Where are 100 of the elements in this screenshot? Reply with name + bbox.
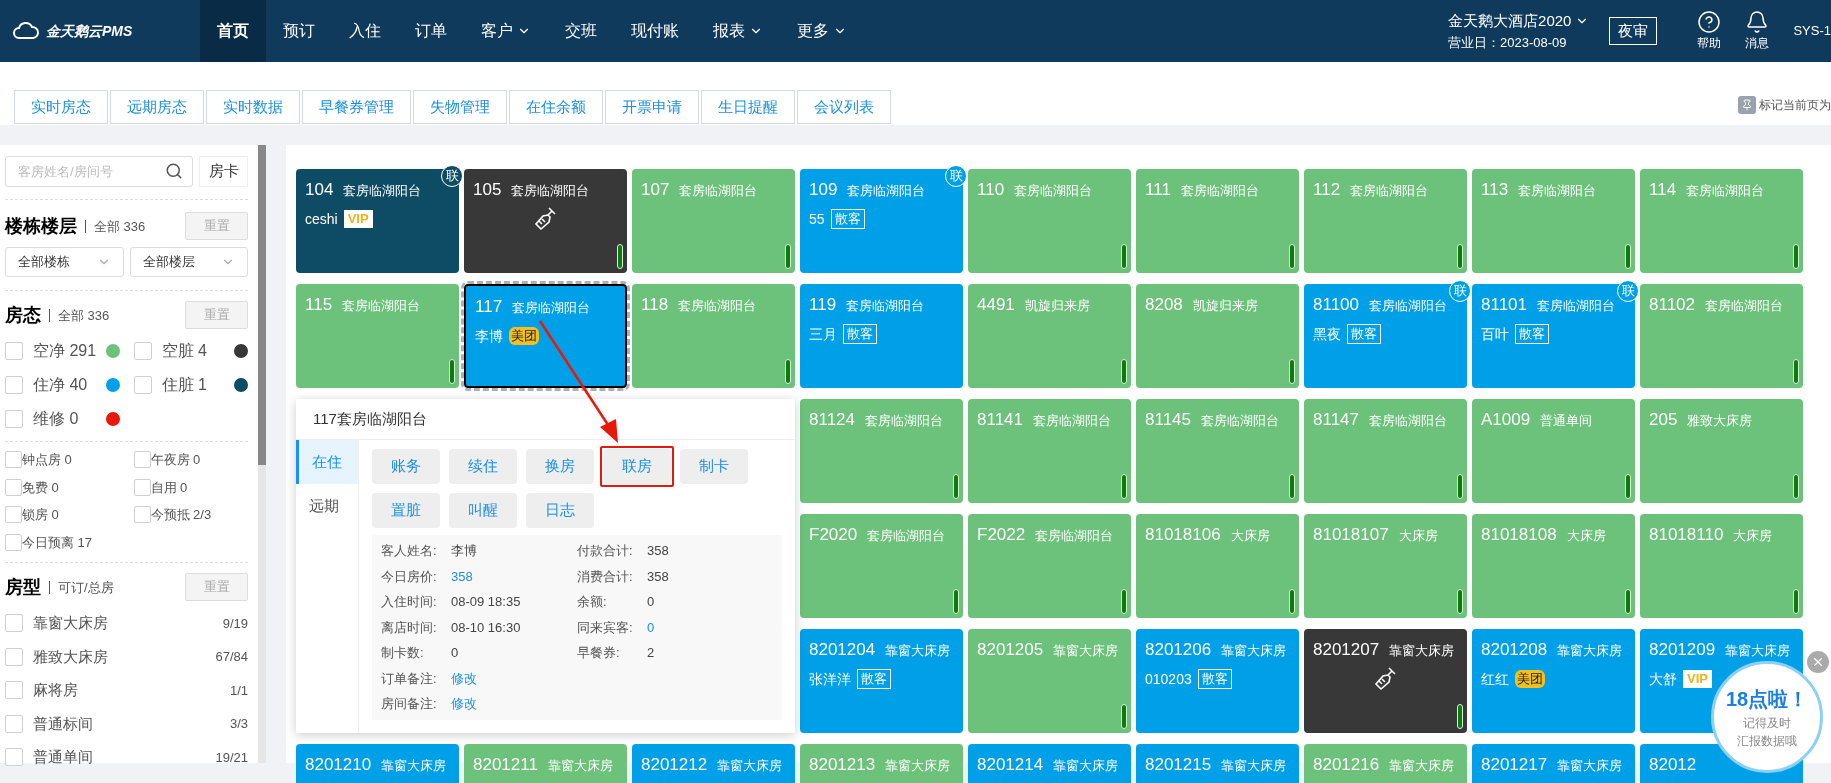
- nav-item[interactable]: 现付账: [614, 0, 696, 62]
- room-card[interactable]: 8201217 靠窗大床房: [1472, 744, 1635, 783]
- room-card[interactable]: 8201212 靠窗大床房: [632, 744, 795, 783]
- room-card[interactable]: 81141 套房临湖阳台: [968, 399, 1131, 503]
- room-card[interactable]: 205 雅致大床房: [1640, 399, 1803, 503]
- reset-button[interactable]: 重置: [185, 212, 248, 240]
- page-tab[interactable]: 开票申请: [605, 90, 699, 124]
- checkbox[interactable]: [5, 410, 23, 428]
- checkbox[interactable]: [5, 647, 23, 666]
- checkbox[interactable]: [5, 478, 22, 496]
- checkbox[interactable]: [5, 533, 22, 551]
- room-card[interactable]: 113 套房临湖阳台: [1472, 169, 1635, 273]
- room-card-button[interactable]: 房卡: [199, 156, 248, 187]
- checkbox[interactable]: [5, 451, 22, 469]
- action-button[interactable]: 联房: [603, 449, 671, 484]
- select-field[interactable]: 全部楼栋: [5, 247, 124, 277]
- nav-item[interactable]: 客户: [464, 0, 548, 62]
- page-tab[interactable]: 失物管理: [413, 90, 507, 124]
- room-card[interactable]: 107 套房临湖阳台: [632, 169, 795, 273]
- help-button[interactable]: 帮助: [1697, 10, 1722, 52]
- room-card[interactable]: 8201213 靠窗大床房: [800, 744, 963, 783]
- nav-item[interactable]: 首页: [200, 0, 266, 62]
- checkbox[interactable]: [133, 342, 152, 360]
- bookmark-link[interactable]: 标记当前页为: [1738, 96, 1831, 114]
- action-button[interactable]: 换房: [526, 449, 594, 484]
- checkbox[interactable]: [5, 681, 23, 700]
- nav-item[interactable]: 订单: [398, 0, 464, 62]
- room-card[interactable]: A1009 普通单间: [1472, 399, 1635, 503]
- checkbox[interactable]: [5, 342, 23, 360]
- checkbox[interactable]: [133, 376, 152, 394]
- room-card[interactable]: 8201215 靠窗大床房: [1136, 744, 1299, 783]
- nav-item[interactable]: 交班: [548, 0, 614, 62]
- user-name[interactable]: SYS-1: [1793, 21, 1831, 41]
- room-card[interactable]: 81147 套房临湖阳台: [1304, 399, 1467, 503]
- room-card[interactable]: 81124 套房临湖阳台: [800, 399, 963, 503]
- detail-link[interactable]: 358: [451, 566, 473, 586]
- room-card[interactable]: 118 套房临湖阳台: [632, 284, 795, 388]
- detail-link[interactable]: 修改: [451, 694, 477, 714]
- room-card[interactable]: 110 套房临湖阳台: [968, 169, 1131, 273]
- scrollbar-thumb[interactable]: [258, 145, 266, 465]
- nav-item[interactable]: 预订: [266, 0, 332, 62]
- room-card[interactable]: 81018108 大床房: [1472, 514, 1635, 618]
- action-button[interactable]: 日志: [526, 493, 594, 528]
- checkbox[interactable]: [133, 451, 151, 469]
- room-card[interactable]: 8201205 靠窗大床房: [968, 629, 1131, 733]
- room-card[interactable]: 81145 套房临湖阳台: [1136, 399, 1299, 503]
- search-field[interactable]: 客房姓名/房间号: [5, 156, 193, 187]
- room-card[interactable]: 119 套房临湖阳台 三月 散客: [800, 284, 963, 388]
- room-card[interactable]: 81018107 大床房: [1304, 514, 1467, 618]
- room-card[interactable]: 8201208 靠窗大床房 红红 美团: [1472, 629, 1635, 733]
- room-card[interactable]: 114 套房临湖阳台: [1640, 169, 1803, 273]
- page-tab[interactable]: 生日提醒: [701, 90, 795, 124]
- nav-item[interactable]: 入住: [332, 0, 398, 62]
- checkbox[interactable]: [5, 748, 23, 767]
- page-tab[interactable]: 会议列表: [797, 90, 891, 124]
- select-field[interactable]: 全部楼层: [129, 247, 248, 277]
- action-button[interactable]: 账务: [372, 449, 440, 484]
- checkbox[interactable]: [5, 614, 23, 633]
- reset-button[interactable]: 重置: [185, 573, 248, 601]
- checkbox[interactable]: [5, 714, 23, 733]
- checkbox[interactable]: [5, 506, 22, 524]
- action-button[interactable]: 置脏: [372, 493, 440, 528]
- checkbox[interactable]: [133, 478, 151, 496]
- room-card[interactable]: 105 套房临湖阳台: [464, 169, 627, 273]
- room-card[interactable]: 8201216 靠窗大床房: [1304, 744, 1467, 783]
- page-tab[interactable]: 远期房态: [110, 90, 204, 124]
- page-tab[interactable]: 在住余额: [509, 90, 603, 124]
- room-card[interactable]: 115 套房临湖阳台: [296, 284, 459, 388]
- popover-tab[interactable]: 在住: [296, 440, 358, 484]
- room-card[interactable]: 8201204 靠窗大床房 张洋洋 散客: [800, 629, 963, 733]
- room-card[interactable]: F2020 套房临湖阳台: [800, 514, 963, 618]
- page-tab[interactable]: 早餐券管理: [302, 90, 411, 124]
- page-tab[interactable]: 实时房态: [14, 90, 108, 124]
- night-audit-button[interactable]: 夜审: [1609, 17, 1658, 45]
- popover-tab[interactable]: 远期: [296, 484, 358, 528]
- page-tab[interactable]: 实时数据: [206, 90, 300, 124]
- room-card[interactable]: 81018110 大床房: [1640, 514, 1803, 618]
- room-card[interactable]: 8201206 靠窗大床房 010203 散客: [1136, 629, 1299, 733]
- room-card[interactable]: 111 套房临湖阳台: [1136, 169, 1299, 273]
- checkbox[interactable]: [5, 376, 23, 394]
- room-card[interactable]: 8208 凯旋归来房: [1136, 284, 1299, 388]
- action-button[interactable]: 续住: [449, 449, 517, 484]
- checkbox[interactable]: [133, 506, 151, 524]
- action-button[interactable]: 制卡: [680, 449, 748, 484]
- room-card[interactable]: 4491 凯旋归来房: [968, 284, 1131, 388]
- room-card[interactable]: 81018106 大床房: [1136, 514, 1299, 618]
- reset-button[interactable]: 重置: [185, 301, 248, 329]
- messages-button[interactable]: 消息: [1745, 10, 1770, 52]
- room-card[interactable]: 8201207 靠窗大床房: [1304, 629, 1467, 733]
- action-button[interactable]: 叫醒: [449, 493, 517, 528]
- room-card[interactable]: 8201214 靠窗大床房: [968, 744, 1131, 783]
- room-card[interactable]: 81102 套房临湖阳台: [1640, 284, 1803, 388]
- nav-item[interactable]: 更多: [780, 0, 864, 62]
- room-card[interactable]: 112 套房临湖阳台: [1304, 169, 1467, 273]
- detail-link[interactable]: 0: [647, 617, 655, 637]
- room-card[interactable]: F2022 套房临湖阳台: [968, 514, 1131, 618]
- nav-item[interactable]: 报表: [696, 0, 780, 62]
- hotel-selector[interactable]: 金天鹅大酒店2020: [1448, 10, 1590, 33]
- room-card[interactable]: 117 套房临湖阳台 李博 美团: [464, 284, 627, 388]
- room-card[interactable]: 8201210 靠窗大床房: [296, 744, 459, 783]
